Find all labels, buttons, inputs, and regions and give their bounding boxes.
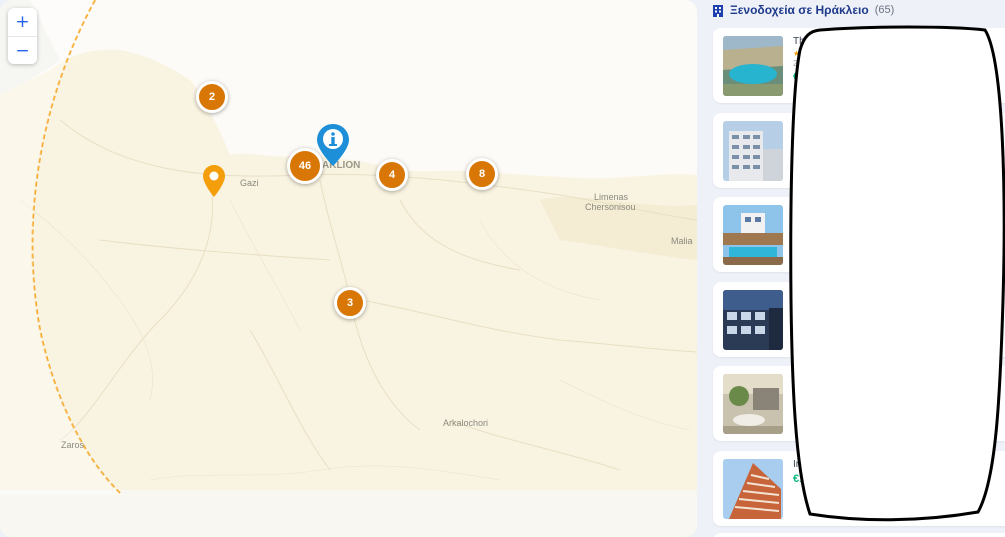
hotel-list-title: Ξενοδοχεία σε Ηράκλειο: [730, 3, 869, 17]
hotel-name: Iraklion Hotel: [793, 459, 852, 470]
hotel-card[interactable]: Ecotropes Boutique Suites Heraklion €433: [713, 366, 1005, 441]
map-base-layer: [0, 0, 697, 537]
hotel-photo: [723, 36, 783, 96]
hotel-stars: ★★★: [793, 218, 818, 227]
hotel-card[interactable]: ★★★ €353 / νύχτα: [713, 113, 1005, 188]
place-label-arkalochori: Arkalochori: [443, 418, 489, 428]
hotel-photo: [723, 290, 783, 350]
hotel-cluster[interactable]: 8: [466, 158, 498, 190]
hotel-list-header: Ξενοδοχεία σε Ηράκλειο (65): [712, 2, 894, 18]
place-label-malia: Malia: [671, 236, 693, 246]
hotel-name: Ecotropes Boutique Suites Heraklion: [793, 374, 956, 385]
hotel-count: (65): [874, 4, 895, 16]
hotel-card[interactable]: Iraklion Hotel €1: [713, 451, 1005, 526]
hotel-list-panel: Ξενοδοχεία σε Ηράκλειο (65) Thalassa Bea…: [697, 0, 1005, 537]
hotel-cluster[interactable]: 4: [376, 159, 408, 191]
place-label-zaros: Zaros: [61, 440, 85, 450]
hotel-stars: ★★★: [793, 123, 818, 132]
hotel-card-partial[interactable]: [713, 533, 1005, 537]
hotel-price: €433: [793, 388, 818, 400]
hotel-price: €590 / νύχτα: [793, 71, 843, 83]
zoom-out-button[interactable]: −: [8, 36, 37, 64]
hotel-name: Thalassa Beach Hotel: [793, 36, 891, 47]
hotel-cluster[interactable]: 2: [196, 81, 228, 113]
hotel-photo: [723, 121, 783, 181]
hotel-map-page: + − Gazi AKLION Limenas Chersonisou Mali…: [0, 0, 1005, 537]
hotel-price: €353 / νύχτα: [793, 135, 843, 147]
place-label-chersonisou: Chersonisou: [585, 202, 636, 212]
hotel-card[interactable]: Lato Annex Boutique Rooms ★★★★: [713, 282, 1005, 357]
place-label-gazi: Gazi: [240, 178, 259, 188]
hotel-photo: [723, 205, 783, 265]
map-view[interactable]: + − Gazi AKLION Limenas Chersonisou Mali…: [0, 0, 697, 537]
hotel-stars: ★★★★: [793, 303, 826, 312]
hotel-photo: [723, 374, 783, 434]
hotel-building-icon: [713, 4, 723, 17]
zoom-in-button[interactable]: +: [8, 8, 37, 36]
zoom-control: + −: [8, 8, 37, 64]
hotel-cluster[interactable]: 3: [334, 287, 366, 319]
hotel-name: Lato Annex Boutique Rooms: [793, 290, 920, 301]
place-label-limenas: Limenas: [594, 192, 629, 202]
hotel-card[interactable]: ...ni Seaside ★★★: [713, 197, 1005, 272]
hotel-photo: [723, 459, 783, 519]
hotel-price: €1: [793, 473, 806, 485]
hotel-stars: ★★★: [793, 49, 818, 58]
hotel-card[interactable]: Thalassa Beach Hotel ★★★ 2 adults €590 /…: [713, 28, 1005, 103]
hotel-name: ...ni Seaside: [793, 205, 849, 216]
hotel-subtitle: 2 adults: [793, 59, 822, 68]
info-map-pin-icon[interactable]: [316, 123, 350, 167]
location-pin-icon[interactable]: [202, 164, 226, 198]
